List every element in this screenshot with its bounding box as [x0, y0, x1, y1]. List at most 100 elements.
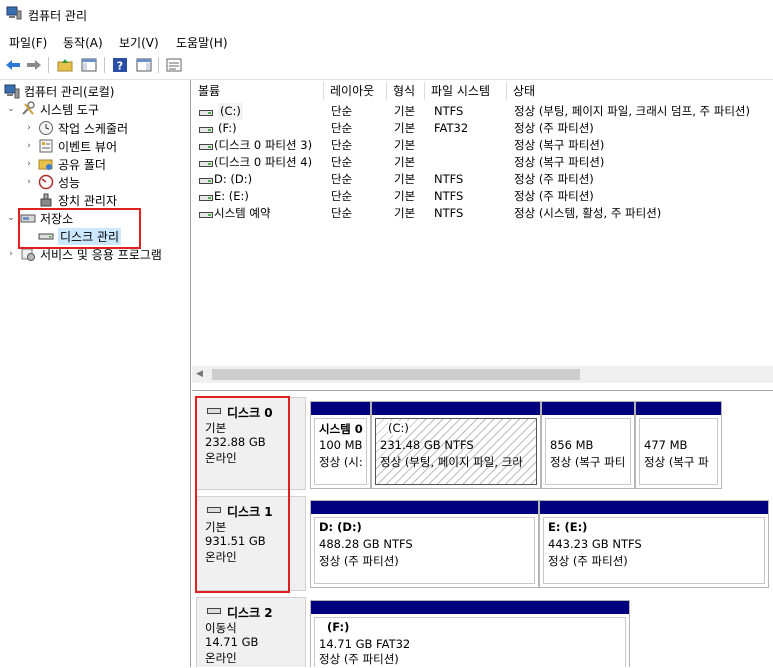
- partition-title: 시스템 0: [319, 422, 363, 436]
- toolbar: ?: [0, 52, 773, 80]
- disk-2-label[interactable]: 디스크 2 이동식 14.71 GB 온라인: [196, 597, 306, 667]
- cell-type: 기본: [394, 104, 416, 118]
- device-manager-icon: [40, 193, 52, 207]
- collapsed-chevron-icon[interactable]: ›: [24, 141, 34, 151]
- properties-icon[interactable]: [165, 56, 183, 74]
- tree-item-performance[interactable]: › 성능: [24, 173, 80, 191]
- cell-layout: 단순: [331, 189, 353, 203]
- tree-label: 시스템 도구: [40, 102, 100, 117]
- volume-icon: [199, 178, 213, 184]
- collapsed-chevron-icon[interactable]: ›: [6, 249, 16, 259]
- cell-filesystem: NTFS: [434, 189, 464, 203]
- menu-bar: 파일(F) 동작(A) 보기(V) 도움말(H): [0, 30, 773, 52]
- show-hide-action-pane-icon[interactable]: [135, 56, 153, 74]
- partition-recovery-4[interactable]: 477 MB 정상 (복구 파: [635, 401, 722, 489]
- help-icon[interactable]: ?: [111, 56, 129, 74]
- partition-c[interactable]: (C:) 231.48 GB NTFS 정상 (부팅, 페이지 파일, 크라: [371, 401, 541, 489]
- highlight-box-storage: [18, 208, 141, 249]
- tree-item-device-manager[interactable]: 장치 관리자: [38, 191, 117, 209]
- partition-bar: [311, 501, 538, 514]
- partition-size: 14.71 GB FAT32: [319, 637, 411, 651]
- tree-item-shared-folders[interactable]: › 공유 폴더: [24, 155, 106, 173]
- show-hide-console-tree-icon[interactable]: [80, 56, 98, 74]
- partition-status: 정상 (부팅, 페이지 파일, 크라: [380, 455, 523, 469]
- tree-label: 작업 스케줄러: [58, 121, 129, 136]
- cell-type: 기본: [394, 155, 416, 169]
- partition-e[interactable]: E: (E:) 443.23 GB NTFS 정상 (주 파티션): [539, 500, 769, 588]
- cell-layout: 단순: [331, 206, 353, 220]
- partition-title: (C:): [388, 421, 409, 435]
- scrollbar-thumb[interactable]: [212, 369, 580, 380]
- partition-bar: [636, 402, 721, 415]
- partition-recovery-3[interactable]: 856 MB 정상 (복구 파티: [541, 401, 635, 489]
- partition-size: 477 MB: [644, 438, 688, 452]
- tree-item-event-viewer[interactable]: › 이벤트 뷰어: [24, 137, 117, 155]
- partition-body: D: (D:) 488.28 GB NTFS 정상 (주 파티션): [314, 517, 535, 584]
- console-tree: 컴퓨터 관리(로컬) ⌄ 시스템 도구 › 작업 스케줄러 › 이벤트 뷰어 ›…: [0, 80, 191, 667]
- scroll-left-icon[interactable]: ◀: [196, 369, 203, 379]
- partition-status: 정상 (주 파티션): [319, 554, 399, 568]
- partition-status: 정상 (주 파티션): [548, 554, 628, 568]
- volume-icon: [199, 110, 213, 116]
- cell-layout: 단순: [331, 155, 353, 169]
- cell-type: 기본: [394, 172, 416, 186]
- volume-list: 볼륨 레이아웃 형식 파일 시스템 상태 (C:) 단순 기본 NTFS 정상 …: [192, 80, 773, 386]
- menu-file[interactable]: 파일(F): [9, 34, 47, 51]
- cell-filesystem: NTFS: [434, 104, 464, 118]
- partition-body: 856 MB 정상 (복구 파티: [545, 418, 631, 485]
- tree-label: 컴퓨터 관리(로컬): [24, 84, 115, 99]
- column-header-status[interactable]: 상태: [507, 82, 773, 100]
- cell-layout: 단순: [331, 172, 353, 186]
- partition-body: 477 MB 정상 (복구 파: [639, 418, 718, 485]
- partition-bar: [372, 402, 540, 415]
- cell-layout: 단순: [331, 138, 353, 152]
- highlight-box-disks: [195, 396, 290, 593]
- cell-filesystem: NTFS: [434, 206, 464, 220]
- cell-status: 정상 (복구 파티션): [514, 155, 605, 169]
- partition-system-reserved[interactable]: 시스템 0 100 MB 정상 (시:: [310, 401, 371, 489]
- collapsed-chevron-icon[interactable]: ›: [24, 159, 34, 169]
- up-folder-icon[interactable]: [56, 56, 74, 74]
- cell-volume: D: (D:): [214, 172, 253, 186]
- column-header-type[interactable]: 형식: [387, 82, 425, 100]
- collapsed-chevron-icon[interactable]: ›: [24, 177, 34, 187]
- partition-status: 정상 (시:: [319, 455, 363, 469]
- partition-body: (F:) 14.71 GB FAT32 정상 (주 파티션): [314, 617, 626, 667]
- cell-volume: (C:): [218, 103, 243, 120]
- expanded-chevron-icon[interactable]: ⌄: [6, 213, 16, 223]
- partition-d[interactable]: D: (D:) 488.28 GB NTFS 정상 (주 파티션): [310, 500, 539, 588]
- menu-help[interactable]: 도움말(H): [176, 34, 228, 51]
- cell-volume: 시스템 예약: [214, 206, 271, 220]
- forward-icon[interactable]: [25, 56, 43, 74]
- tree-item-task-scheduler[interactable]: › 작업 스케줄러: [24, 119, 128, 137]
- volume-icon: [199, 161, 213, 167]
- performance-icon: [38, 174, 54, 190]
- column-header-volume[interactable]: 볼륨: [192, 82, 324, 100]
- event-viewer-icon: [39, 139, 53, 153]
- cell-status: 정상 (시스템, 활성, 주 파티션): [514, 206, 662, 220]
- partition-bar: [542, 402, 634, 415]
- disk-kind: 이동식: [205, 621, 237, 635]
- back-icon[interactable]: [4, 56, 22, 74]
- menu-view[interactable]: 보기(V): [119, 34, 159, 51]
- cell-status: 정상 (주 파티션): [514, 172, 594, 186]
- cell-layout: 단순: [331, 121, 353, 135]
- tree-item-system-tools[interactable]: ⌄ 시스템 도구: [6, 100, 99, 118]
- clock-icon: [39, 121, 53, 135]
- partition-body: 시스템 0 100 MB 정상 (시:: [314, 418, 367, 485]
- title-bar: 컴퓨터 관리: [0, 0, 773, 30]
- cell-type: 기본: [394, 189, 416, 203]
- partition-body: E: (E:) 443.23 GB NTFS 정상 (주 파티션): [543, 517, 765, 584]
- column-header-layout[interactable]: 레이아웃: [324, 82, 387, 100]
- cell-layout: 단순: [331, 104, 353, 118]
- volume-icon: [199, 127, 213, 133]
- expanded-chevron-icon[interactable]: ⌄: [6, 104, 16, 114]
- tree-item-computer-management[interactable]: 컴퓨터 관리(로컬): [4, 82, 114, 100]
- partition-size: 443.23 GB NTFS: [548, 537, 642, 551]
- collapsed-chevron-icon[interactable]: ›: [24, 123, 34, 133]
- disk-icon: [207, 608, 221, 614]
- partition-f[interactable]: (F:) 14.71 GB FAT32 정상 (주 파티션): [310, 600, 630, 667]
- column-header-filesystem[interactable]: 파일 시스템: [425, 82, 507, 100]
- cell-type: 기본: [394, 138, 416, 152]
- menu-action[interactable]: 동작(A): [63, 34, 103, 51]
